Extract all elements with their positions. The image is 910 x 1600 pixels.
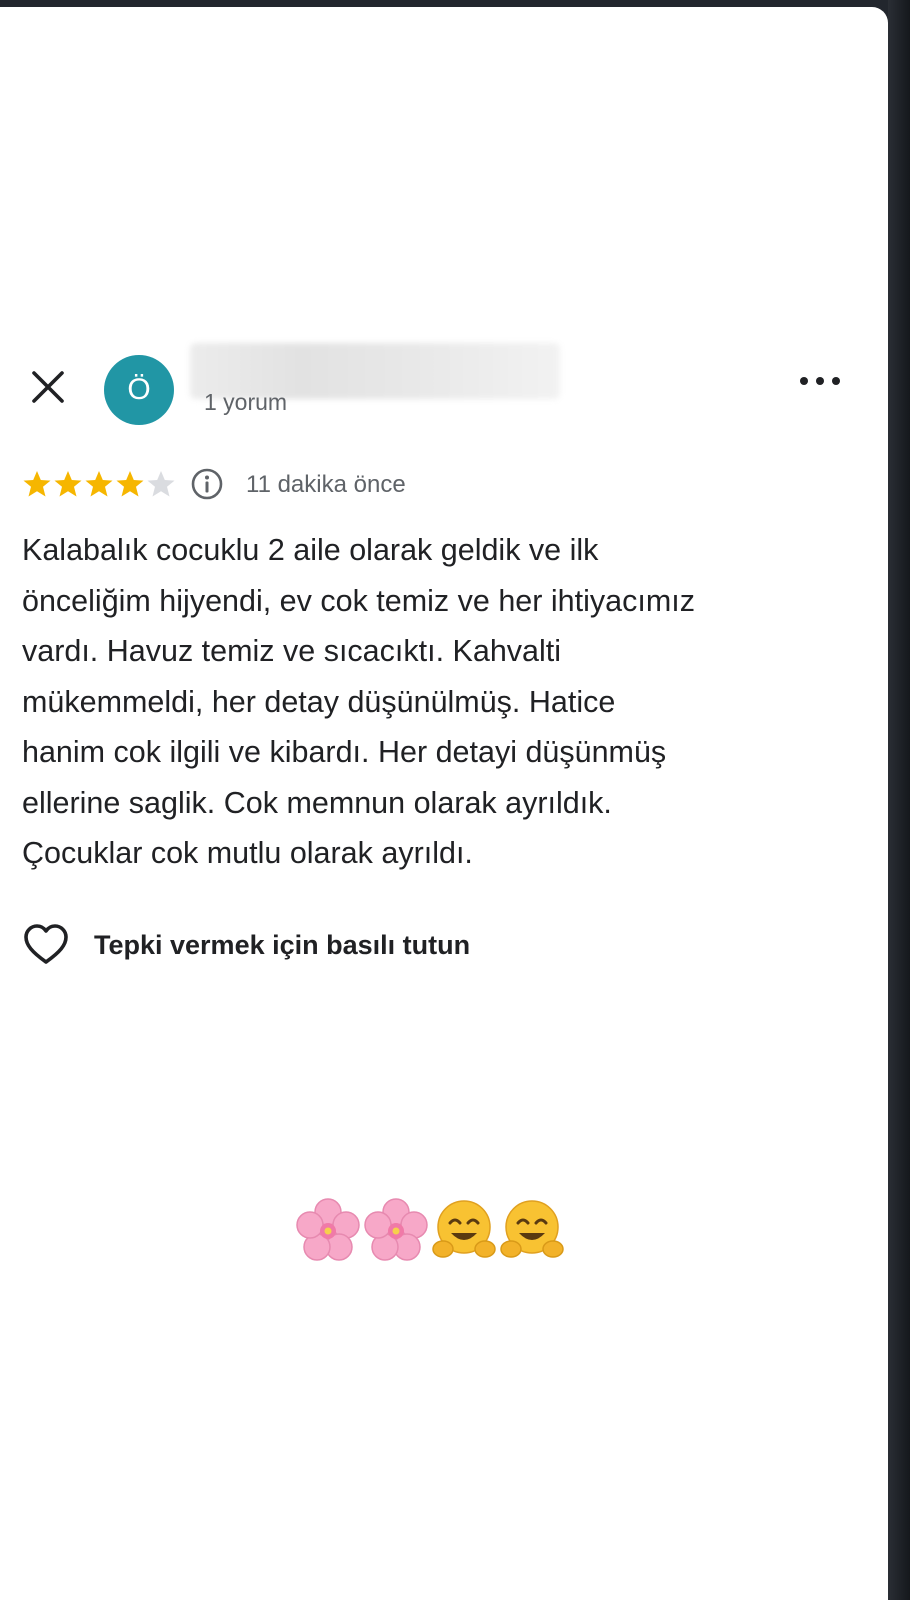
star-filled-icon <box>54 471 82 497</box>
review-sheet: Ö 1 yorum 11 dakika önce Kalabalık cocuk… <box>0 7 888 1600</box>
star-filled-icon <box>85 471 113 497</box>
review-time: 11 dakika önce <box>246 471 406 498</box>
emoji-caption <box>294 1197 594 1277</box>
hugging-face-icon <box>432 1200 496 1258</box>
cherry-blossom-icon <box>364 1198 428 1261</box>
review-text: Kalabalık cocuklu 2 aile olarak geldik v… <box>22 533 695 870</box>
close-icon <box>32 371 64 403</box>
screenshot-frame: Ö 1 yorum 11 dakika önce Kalabalık cocuk… <box>0 0 910 1600</box>
more-dot <box>816 377 824 385</box>
rating-row: 11 dakika önce <box>22 465 722 503</box>
hugging-face-icon <box>500 1200 564 1258</box>
more-options-button[interactable] <box>800 369 844 393</box>
info-icon[interactable] <box>190 467 224 501</box>
star-filled-icon <box>23 471 51 497</box>
star-filled-icon <box>116 471 144 497</box>
avatar[interactable]: Ö <box>104 355 174 425</box>
reaction-button[interactable]: Tepki vermek için basılı tutun <box>22 921 622 971</box>
more-dot <box>832 377 840 385</box>
reaction-label: Tepki vermek için basılı tutun <box>94 930 471 960</box>
close-button[interactable] <box>28 367 68 407</box>
screen-edge <box>888 0 910 1600</box>
heart-icon <box>24 924 68 964</box>
cherry-blossom-icon <box>296 1198 360 1261</box>
star-rating <box>22 469 182 499</box>
more-dot <box>800 377 808 385</box>
review-count: 1 yorum <box>204 389 288 415</box>
review-header: Ö 1 yorum <box>0 343 888 435</box>
star-empty-icon <box>147 471 175 497</box>
